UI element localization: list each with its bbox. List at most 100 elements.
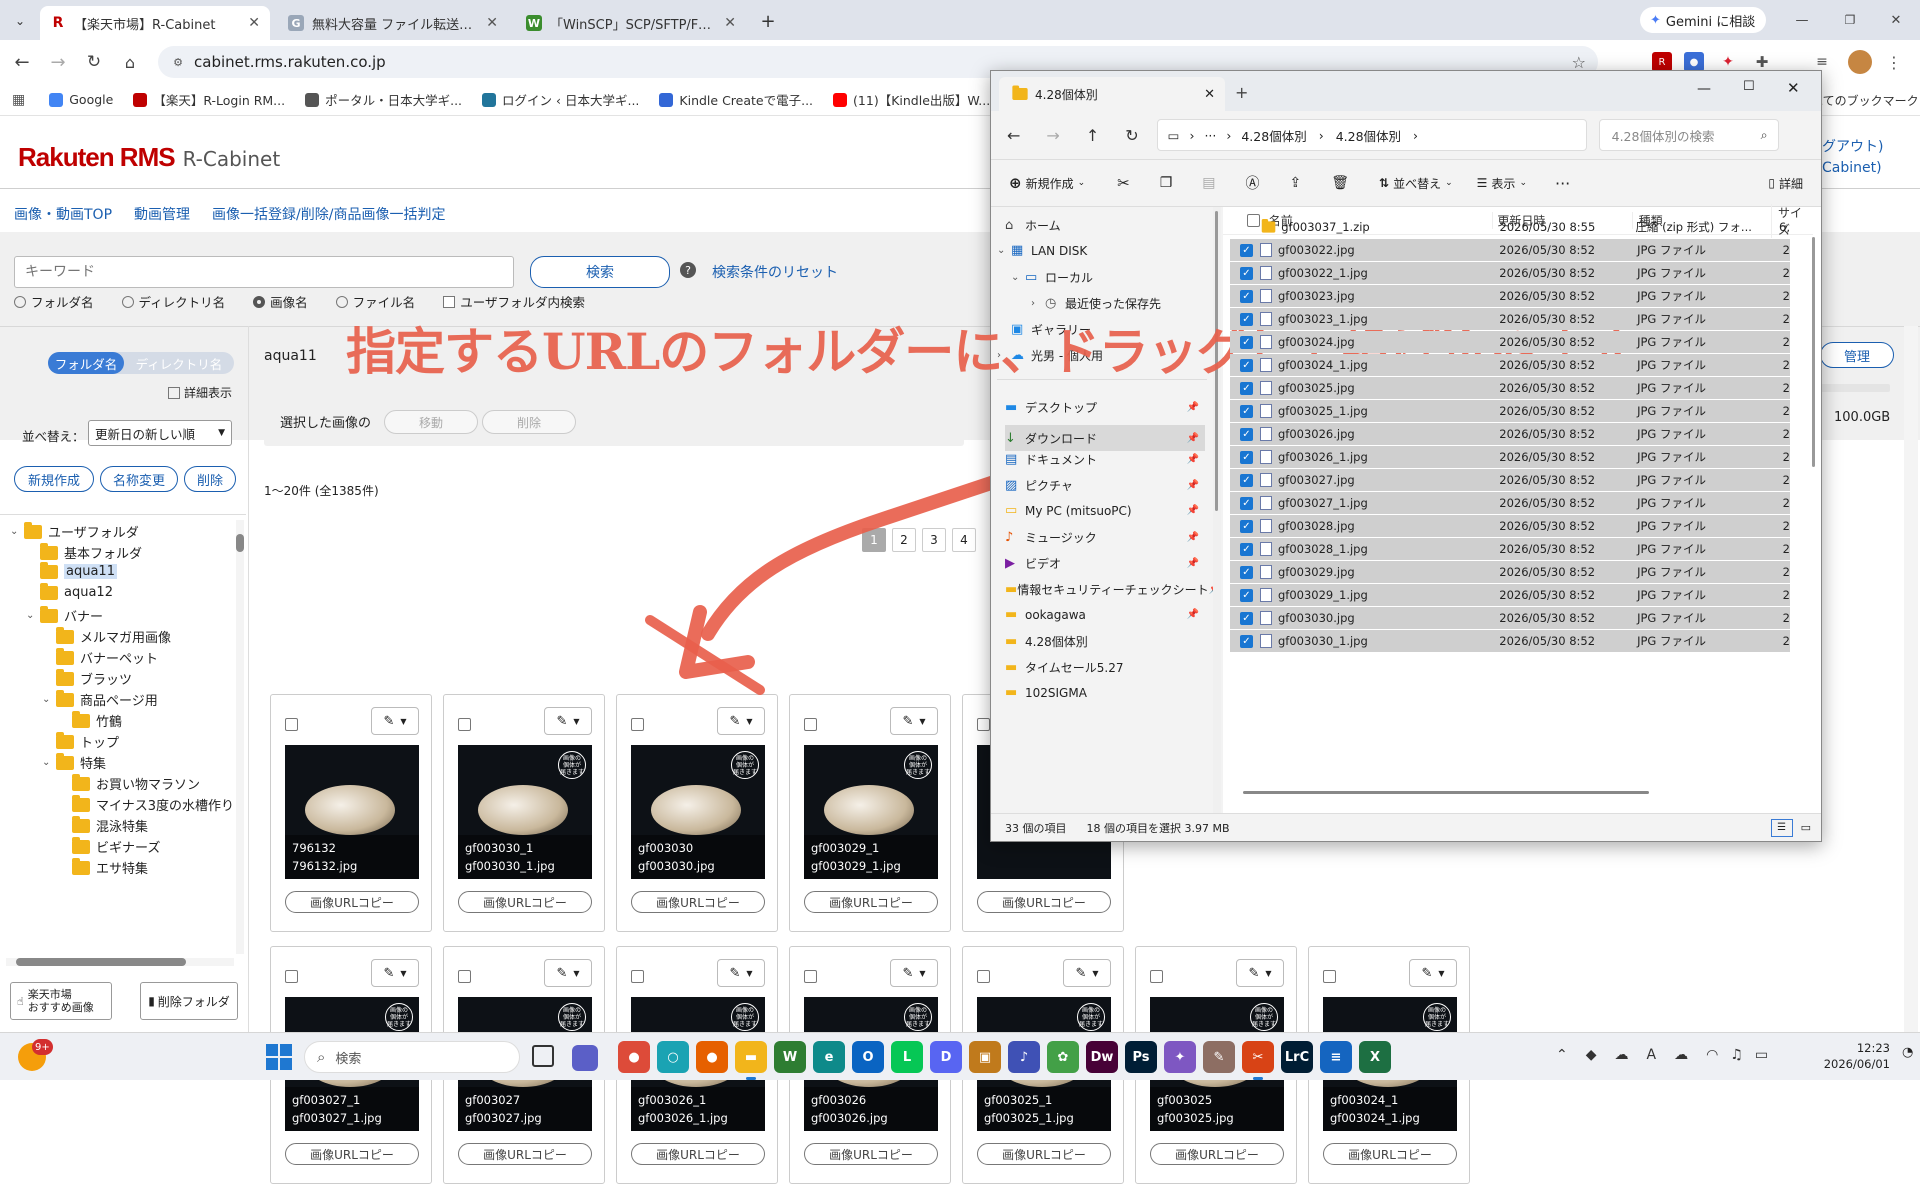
row-checkbox[interactable]: ✓	[1240, 496, 1253, 510]
nav-pane-item[interactable]: ♪ ミュージック 📌	[1005, 529, 1205, 546]
rename-icon[interactable]: Ⓐ	[1246, 173, 1260, 193]
forward-icon[interactable]: →	[1046, 126, 1059, 145]
row-checkbox[interactable]: ✓	[1240, 542, 1253, 556]
paste-icon[interactable]: ▤	[1202, 175, 1215, 191]
breadcrumb-item[interactable]: 4.28個体別	[1241, 126, 1306, 145]
copy-url-button[interactable]: 画像URLコピー	[1150, 1143, 1284, 1165]
nav-pane-item[interactable]: ⌄ ▭ ローカル	[1011, 269, 1205, 286]
file-row[interactable]: ✓ gf003022.jpg 2026/05/30 8:52 JPG ファイル 2	[1230, 239, 1790, 261]
chevron-down-icon[interactable]: ⌄	[1011, 272, 1025, 283]
volume-icon[interactable]: ♫	[1730, 1047, 1743, 1063]
copy-url-button[interactable]: 画像URLコピー	[285, 1143, 419, 1165]
row-checkbox[interactable]: ✓	[1240, 450, 1253, 464]
file-row[interactable]: ✓ gf003026_1.jpg 2026/05/30 8:52 JPG ファイル 2	[1230, 446, 1790, 468]
delete-icon[interactable]: 🗑	[1331, 175, 1349, 191]
chevron-right-icon[interactable]: ›	[1031, 298, 1045, 309]
discord-icon[interactable]: D	[930, 1041, 962, 1073]
nav-pane-item[interactable]: ▤ ドキュメント 📌	[1005, 451, 1205, 468]
outlook-icon[interactable]: O	[852, 1041, 884, 1073]
row-checkbox[interactable]: ✓	[1240, 427, 1253, 441]
ime-icon[interactable]: A	[1647, 1047, 1657, 1063]
file-row[interactable]: ✓ gf003022_1.jpg 2026/05/30 8:52 JPG ファイル 2	[1230, 262, 1790, 284]
copy-url-button[interactable]: 画像URLコピー	[458, 1143, 592, 1165]
file-row[interactable]: ✓ gf003024_1.jpg 2026/05/30 8:52 JPG ファイル 2	[1230, 354, 1790, 376]
file-row[interactable]: ✓ gf003030.jpg 2026/05/30 8:52 JPG ファイル 2	[1230, 607, 1790, 629]
file-row[interactable]: ✓ gf003028_1.jpg 2026/05/30 8:52 JPG ファイル 2	[1230, 538, 1790, 560]
nav-pane-item[interactable]: ⌄ ▦ LAN DISK	[997, 243, 1205, 258]
minimize-icon[interactable]: —	[1697, 81, 1711, 97]
firefox-icon[interactable]: ●	[696, 1041, 728, 1073]
file-row[interactable]: ✓ gf003028.jpg 2026/05/30 8:52 JPG ファイル 2	[1230, 515, 1790, 537]
nav-pane-item[interactable]: ▬ ookagawa 📌	[1005, 607, 1205, 622]
dreamweaver-icon[interactable]: Dw	[1086, 1041, 1118, 1073]
nav-pane-item[interactable]: ⌂ ホーム	[1005, 217, 1205, 234]
breadcrumb-item[interactable]: 4.28個体別	[1336, 126, 1401, 145]
teams-icon[interactable]	[572, 1045, 598, 1071]
onedrive-blue-icon[interactable]: ☁	[1674, 1047, 1688, 1063]
file-row[interactable]: ✓ gf003027_1.jpg 2026/05/30 8:52 JPG ファイル 2	[1230, 492, 1790, 514]
file-row[interactable]: ✓ gf003027.jpg 2026/05/30 8:52 JPG ファイル 2	[1230, 469, 1790, 491]
row-checkbox[interactable]: ✓	[1240, 312, 1253, 326]
nav-scrollbar[interactable]	[1213, 207, 1221, 813]
refresh-icon[interactable]: ↻	[1125, 126, 1138, 145]
copy-url-button[interactable]: 画像URLコピー	[977, 1143, 1111, 1165]
nav-pane-item[interactable]: ▶ ビデオ 📌	[1005, 555, 1205, 572]
file-row[interactable]: ✓ gf003025.jpg 2026/05/30 8:52 JPG ファイル 2	[1230, 377, 1790, 399]
row-checkbox[interactable]: ✓	[1240, 634, 1253, 648]
row-checkbox[interactable]: ✓	[1240, 266, 1253, 280]
nav-pane-item[interactable]: ▬ タイムセール5.27	[1005, 659, 1205, 676]
share-icon[interactable]: ⇪	[1290, 175, 1302, 191]
more-icon[interactable]: ···	[1555, 174, 1570, 193]
copy-url-button[interactable]: 画像URLコピー	[631, 1143, 765, 1165]
file-row[interactable]: ✓ gf003024.jpg 2026/05/30 8:52 JPG ファイル 2	[1230, 331, 1790, 353]
task-view-icon[interactable]	[532, 1045, 554, 1067]
dropbox-icon[interactable]: ◆	[1586, 1047, 1597, 1063]
details-pane-button[interactable]: ▯ 詳細	[1768, 175, 1803, 192]
app-green-icon[interactable]: ✿	[1047, 1041, 1079, 1073]
nav-pane-item[interactable]: ↓ ダウンロード 📌	[1005, 425, 1205, 451]
chrome-icon[interactable]: ●	[618, 1041, 650, 1073]
explorer-tab[interactable]: 4.28個体別 ✕	[999, 77, 1225, 111]
new-item-button[interactable]: ⊕ 新規作成 ⌄	[1009, 174, 1085, 192]
notepad-icon[interactable]: ≡	[1320, 1041, 1352, 1073]
row-checkbox[interactable]: ✓	[1240, 588, 1253, 602]
cut-icon[interactable]: ✂	[1117, 174, 1130, 192]
app-gallery-icon[interactable]: ▣	[969, 1041, 1001, 1073]
row-checkbox[interactable]: ✓	[1240, 381, 1253, 395]
cortana-icon[interactable]: ○	[657, 1041, 689, 1073]
start-icon[interactable]	[266, 1044, 292, 1070]
file-row[interactable]: gf003037_1.zip 2026/05/30 8:55 圧縮 (zip 形式)…	[1230, 216, 1790, 238]
row-checkbox[interactable]: ✓	[1240, 335, 1253, 349]
file-row[interactable]: ✓ gf003029.jpg 2026/05/30 8:52 JPG ファイル 2	[1230, 561, 1790, 583]
row-checkbox[interactable]: ✓	[1240, 565, 1253, 579]
tiles-view-icon[interactable]: ▭	[1801, 821, 1811, 834]
line-icon[interactable]: L	[891, 1041, 923, 1073]
app-purple-icon[interactable]: ✦	[1164, 1041, 1196, 1073]
file-row[interactable]: ✓ gf003026.jpg 2026/05/30 8:52 JPG ファイル 2	[1230, 423, 1790, 445]
copy-url-button[interactable]: 画像URLコピー	[1323, 1143, 1457, 1165]
sort-button[interactable]: ⇅ 並べ替え ⌄	[1379, 175, 1453, 192]
wifi-icon[interactable]: ◠	[1706, 1047, 1718, 1063]
close-window-icon[interactable]: ✕	[1787, 79, 1800, 97]
new-tab-icon[interactable]: +	[1235, 83, 1248, 102]
tray-overflow-icon[interactable]: ⌃	[1556, 1047, 1568, 1063]
copy-url-button[interactable]: 画像URLコピー	[804, 1143, 938, 1165]
explorer-search[interactable]: 4.28個体別の検索 ⌕	[1598, 119, 1779, 151]
audio-icon[interactable]: ♪	[1008, 1041, 1040, 1073]
row-checkbox[interactable]: ✓	[1240, 358, 1253, 372]
file-row[interactable]: ✓ gf003023_1.jpg 2026/05/30 8:52 JPG ファイル 2	[1230, 308, 1790, 330]
row-checkbox[interactable]: ✓	[1240, 611, 1253, 625]
file-scrollbar[interactable]	[1809, 237, 1817, 717]
copy-icon[interactable]: ❐	[1160, 175, 1173, 191]
explorer-address[interactable]: ▭ › ··· › 4.28個体別 › 4.28個体別 ›	[1156, 119, 1587, 151]
close-tab-icon[interactable]: ✕	[1204, 87, 1215, 102]
row-checkbox[interactable]: ✓	[1240, 519, 1253, 533]
edge-icon[interactable]: e	[813, 1041, 845, 1073]
clock[interactable]: 12:23 2026/06/01	[1800, 1040, 1890, 1072]
file-row[interactable]: ✓ gf003025_1.jpg 2026/05/30 8:52 JPG ファイル 2	[1230, 400, 1790, 422]
details-view-icon[interactable]: ☰	[1770, 818, 1793, 837]
row-checkbox[interactable]: ✓	[1240, 243, 1253, 257]
app-pen-icon[interactable]: ✎	[1203, 1041, 1235, 1073]
excel-icon[interactable]: X	[1359, 1041, 1391, 1073]
chevron-down-icon[interactable]: ⌄	[997, 245, 1011, 256]
